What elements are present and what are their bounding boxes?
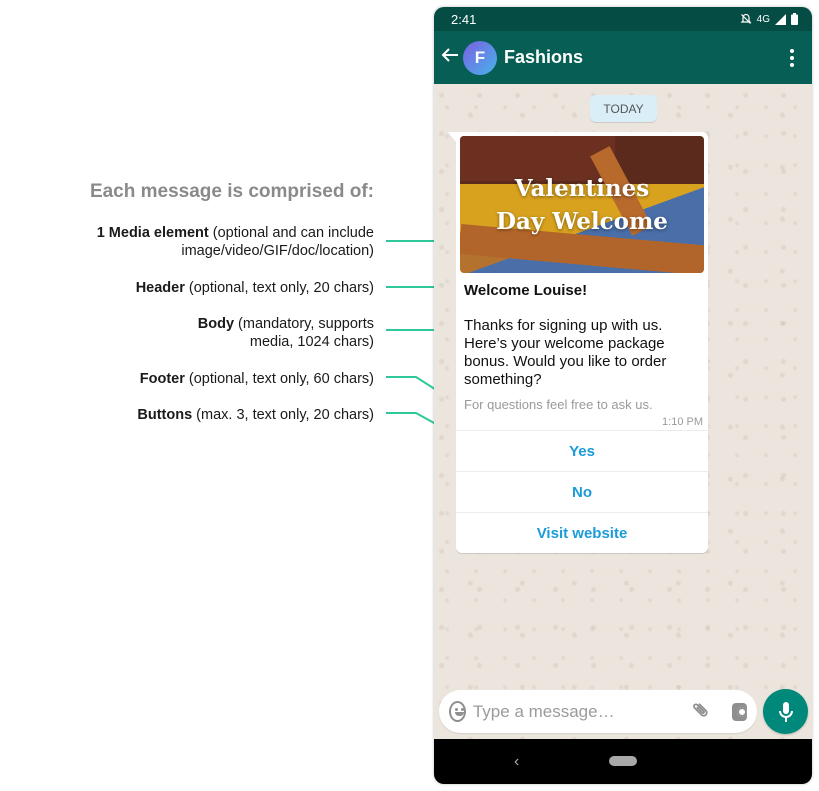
media-title: Valentines Day Welcome [460,172,704,238]
annotation-footer-desc: (optional, text only, 60 chars) [184,371,374,387]
arrow-left-icon[interactable] [441,46,461,69]
chat-area: TODAY Valentines Day Welcome Welcome Lou… [434,84,812,739]
nav-home-pill[interactable] [609,756,637,766]
message-media-image[interactable]: Valentines Day Welcome [460,136,704,273]
signal-icon [775,13,786,25]
message-footer: For questions feel free to ask us. [464,397,653,412]
annotation-header-desc: (optional, text only, 20 chars) [184,280,374,296]
annotation-footer-label: Footer [139,371,185,387]
camera-icon[interactable] [731,702,747,721]
chat-title[interactable]: Fashions [504,47,782,68]
notifications-off-icon [740,13,752,24]
network-type: 4G [756,13,770,25]
annotation-body-desc-2: media, 1024 chars) [249,334,374,350]
reply-button-yes[interactable]: Yes [456,430,708,471]
message-input[interactable] [472,701,694,722]
media-title-line-2: Day Welcome [496,208,668,235]
status-bar: 2:41 4G [434,7,812,31]
more-vertical-icon[interactable] [782,48,802,67]
annotation-buttons-label: Buttons [137,407,193,423]
message-header: Welcome Louise! [464,282,588,299]
annotation-body: Body (mandatory, supports media, 1024 ch… [198,315,374,351]
reply-button-no[interactable]: No [456,471,708,512]
system-nav-bar: ‹ [434,739,812,784]
annotation-body-label: Body [197,316,235,332]
status-time: 2:41 [451,11,477,27]
nav-back-icon[interactable]: ‹ [514,753,519,771]
annotation-media: 1 Media element (optional and can includ… [97,224,374,260]
message-body: Thanks for signing up with us. Here’s yo… [464,317,667,388]
annotation-buttons: Buttons (max. 3, text only, 20 chars) [137,406,374,424]
visit-website-button[interactable]: Visit website [456,512,708,553]
media-title-line-1: Valentines [514,175,650,202]
microphone-icon [778,701,793,722]
annotation-buttons-desc: (max. 3, text only, 20 chars) [192,407,374,423]
annotation-footer: Footer (optional, text only, 60 chars) [140,370,374,388]
annotation-header-label: Header [135,280,185,296]
annotation-title: Each message is comprised of: [89,181,374,202]
chat-app-bar: F Fashions [434,31,812,84]
message-timestamp: 1:10 PM [662,416,703,428]
date-chip: TODAY [590,95,657,122]
avatar[interactable]: F [463,40,497,75]
annotation-media-desc-2: image/video/GIF/doc/location) [181,243,374,259]
annotation-media-desc: (optional and can include [208,225,374,241]
battery-icon [791,13,798,25]
annotation-header: Header (optional, text only, 20 chars) [136,279,374,297]
microphone-button[interactable] [763,689,808,734]
emoji-icon[interactable] [449,701,466,722]
annotation-body-desc: (mandatory, supports [234,316,374,332]
message-composer [439,690,757,733]
phone-frame: 2:41 4G F Fashions TODAY Valentines Day … [434,7,812,784]
message-bubble: Valentines Day Welcome Welcome Louise! T… [448,132,708,553]
annotation-media-label: 1 Media element [96,225,209,241]
